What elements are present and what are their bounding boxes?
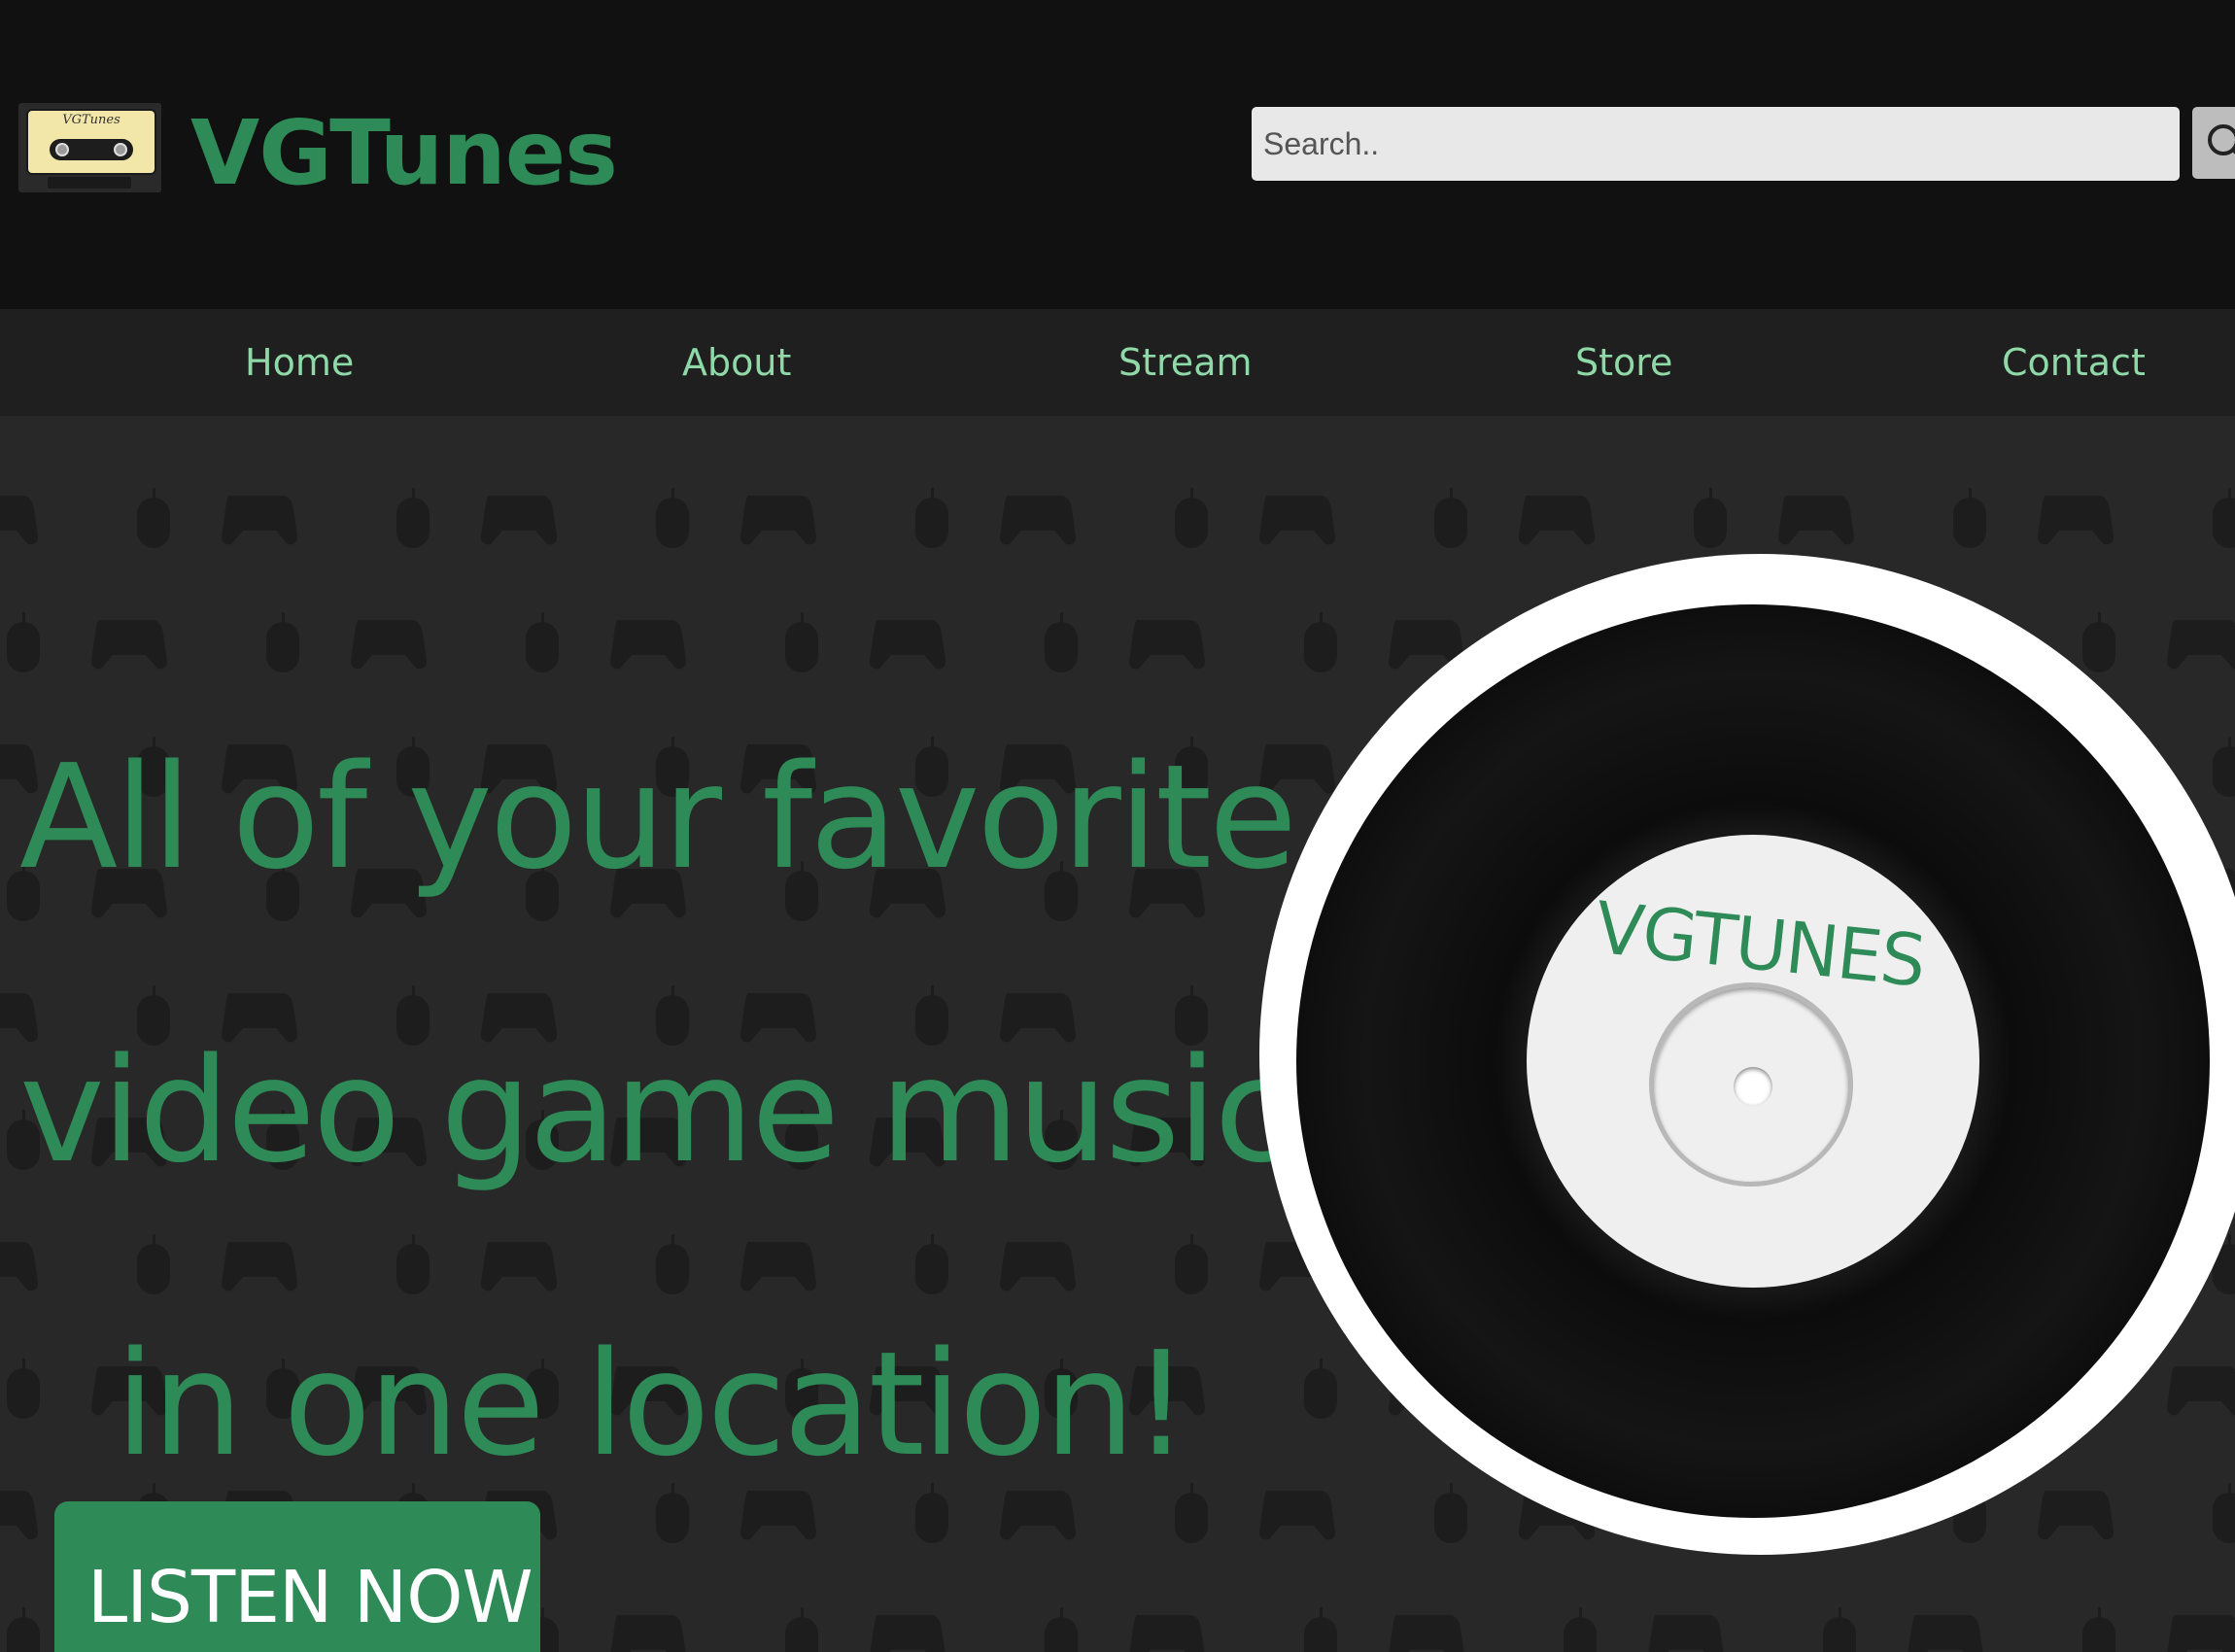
gamepad-icon [481, 496, 557, 545]
gamepad-icon [2038, 1491, 2114, 1540]
mouse-icon [1175, 488, 1208, 548]
mouse-icon [2213, 1483, 2235, 1543]
gamepad-icon [2167, 620, 2235, 670]
mouse-icon [1823, 1607, 1856, 1652]
mouse-icon [7, 1607, 40, 1652]
nav-home[interactable]: Home [245, 336, 354, 389]
gamepad-icon [1908, 1615, 1983, 1652]
mouse-icon [915, 488, 948, 548]
gamepad-icon [740, 496, 816, 545]
nav-about[interactable]: About [682, 336, 791, 389]
gamepad-icon [2038, 496, 2114, 545]
nav-store[interactable]: Store [1575, 336, 1672, 389]
gamepad-icon [222, 496, 297, 545]
record-label: VGTUNES [1527, 835, 1979, 1288]
gamepad-icon [1389, 1615, 1464, 1652]
mouse-icon [266, 612, 299, 672]
gamepad-icon [1129, 620, 1205, 670]
mouse-icon [7, 612, 40, 672]
logo[interactable]: VGTunes [18, 103, 161, 192]
headline-line-2: video game music [19, 1027, 1293, 1194]
gamepad-icon [2167, 1615, 2235, 1652]
mouse-icon [2213, 737, 2235, 797]
logo-label: VGTunes [62, 113, 120, 127]
mouse-icon [1304, 1607, 1337, 1652]
gamepad-icon [1129, 1615, 1205, 1652]
mouse-icon [785, 612, 818, 672]
cassette-icon: VGTunes [26, 109, 156, 175]
gamepad-icon [1778, 496, 1854, 545]
gamepad-icon [610, 620, 686, 670]
hero-headline: All of your favorite video game music in… [19, 671, 1297, 1551]
listen-now-button[interactable]: LISTEN NOW [54, 1501, 540, 1652]
search-button[interactable] [2192, 107, 2235, 179]
gamepad-icon [870, 1615, 946, 1652]
mouse-icon [1304, 612, 1337, 672]
mouse-icon [2082, 1607, 2115, 1652]
gamepad-icon [870, 620, 946, 670]
gamepad-icon [610, 1615, 686, 1652]
mouse-icon [656, 488, 689, 548]
gamepad-icon [1519, 496, 1595, 545]
gamepad-icon [2167, 1366, 2235, 1416]
main-nav: Home About Stream Store Contact [0, 309, 2235, 416]
brand-name[interactable]: VGTunes [190, 100, 618, 207]
search-icon [2208, 124, 2235, 155]
gamepad-icon [1648, 1615, 1724, 1652]
gamepad-icon [91, 620, 167, 670]
gamepad-icon [1259, 496, 1335, 545]
mouse-icon [1304, 1359, 1337, 1419]
vinyl-record-image: VGTUNES [1259, 554, 2235, 1555]
mouse-icon [1953, 488, 1986, 548]
vinyl-disc: VGTUNES [1296, 604, 2210, 1518]
gamepad-icon [0, 496, 38, 545]
mouse-icon [2213, 488, 2235, 548]
mouse-icon [526, 612, 559, 672]
mouse-icon [1045, 1607, 1078, 1652]
site-header: VGTunes VGTunes [0, 0, 2235, 309]
headline-line-1: All of your favorite [19, 734, 1297, 901]
nav-stream[interactable]: Stream [1118, 336, 1253, 389]
mouse-icon [1564, 1607, 1597, 1652]
mouse-icon [1434, 488, 1467, 548]
mouse-icon [137, 488, 170, 548]
mouse-icon [1045, 612, 1078, 672]
mouse-icon [785, 1607, 818, 1652]
gamepad-icon [351, 620, 427, 670]
search-input[interactable] [1252, 107, 2180, 181]
gamepad-icon [1000, 496, 1076, 545]
spindle-hole [1734, 1067, 1772, 1106]
mouse-icon [2082, 612, 2115, 672]
mouse-icon [396, 488, 430, 548]
mouse-icon [1694, 488, 1727, 548]
nav-contact[interactable]: Contact [2002, 336, 2146, 389]
mouse-icon [1434, 1483, 1467, 1543]
